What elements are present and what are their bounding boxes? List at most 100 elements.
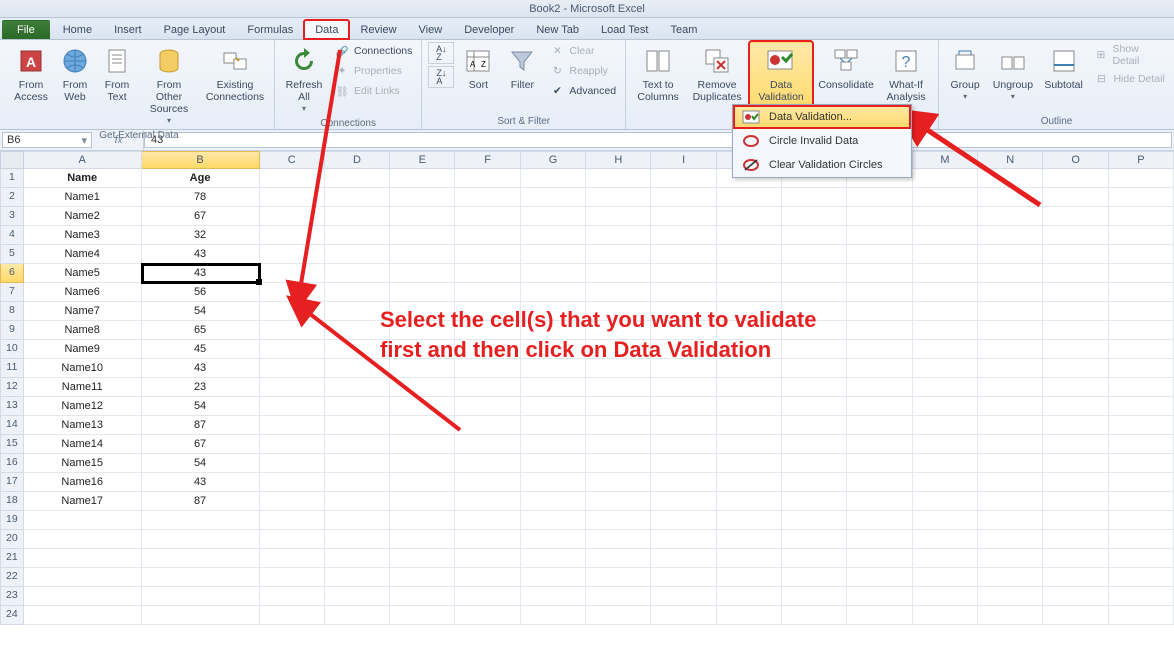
cell[interactable] [455,549,520,568]
cell[interactable] [717,568,782,587]
cell[interactable] [390,302,455,321]
cell[interactable] [390,397,455,416]
cell[interactable] [651,435,716,454]
cell[interactable] [782,549,847,568]
cell[interactable] [455,340,520,359]
cell[interactable] [142,587,260,606]
cell[interactable] [325,549,390,568]
cell[interactable] [455,169,520,188]
cell[interactable] [1043,264,1108,283]
cell[interactable] [390,264,455,283]
cell[interactable] [586,283,651,302]
cell[interactable] [782,245,847,264]
cell[interactable] [651,169,716,188]
menu-circle-invalid[interactable]: Circle Invalid Data [733,129,911,153]
cell[interactable] [142,606,260,625]
row-header[interactable]: 9 [0,321,24,340]
cell[interactable] [1109,492,1174,511]
cell[interactable] [1109,435,1174,454]
cell[interactable]: Name5 [24,264,142,283]
cell[interactable] [847,492,912,511]
cell[interactable] [1043,226,1108,245]
cell[interactable] [521,435,586,454]
cell[interactable] [390,340,455,359]
cell[interactable] [455,530,520,549]
cell[interactable] [390,587,455,606]
row-header[interactable]: 17 [0,473,24,492]
row-header[interactable]: 15 [0,435,24,454]
cell[interactable] [521,454,586,473]
row-header[interactable]: 20 [0,530,24,549]
cell[interactable] [913,207,978,226]
cell[interactable] [1109,454,1174,473]
row-header[interactable]: 21 [0,549,24,568]
cell[interactable] [1043,321,1108,340]
properties-button[interactable]: ✦Properties [331,62,415,80]
tab-view[interactable]: View [408,20,454,39]
cell[interactable] [978,302,1043,321]
cell[interactable] [978,511,1043,530]
cell[interactable] [521,283,586,302]
cell[interactable] [390,188,455,207]
cell[interactable] [847,283,912,302]
cell[interactable] [978,530,1043,549]
cell[interactable] [325,606,390,625]
cell[interactable] [651,245,716,264]
cell[interactable] [24,606,142,625]
cell[interactable]: Name6 [24,283,142,302]
cell[interactable] [455,587,520,606]
cell[interactable] [586,321,651,340]
cell[interactable] [782,340,847,359]
row-header[interactable]: 8 [0,302,24,321]
cell[interactable]: Name10 [24,359,142,378]
cell[interactable] [913,169,978,188]
cell[interactable] [847,454,912,473]
row-header[interactable]: 1 [0,169,24,188]
cell[interactable] [586,188,651,207]
cell[interactable]: 43 [142,359,260,378]
cell[interactable] [1109,207,1174,226]
cell[interactable] [325,397,390,416]
tab-loadtest[interactable]: Load Test [590,20,660,39]
cell[interactable]: 32 [142,226,260,245]
cell[interactable] [260,416,325,435]
cell[interactable] [782,530,847,549]
cell[interactable] [978,207,1043,226]
cell[interactable] [717,511,782,530]
menu-clear-circles[interactable]: Clear Validation Circles [733,153,911,177]
cell[interactable] [978,340,1043,359]
cell[interactable] [978,321,1043,340]
tab-pagelayout[interactable]: Page Layout [153,20,237,39]
menu-data-validation[interactable]: Data Validation... [733,105,911,129]
cell[interactable] [325,359,390,378]
cell[interactable] [586,378,651,397]
cell[interactable]: 23 [142,378,260,397]
cell[interactable] [455,454,520,473]
tab-newtab[interactable]: New Tab [525,20,590,39]
cell[interactable] [1109,169,1174,188]
cell[interactable] [1043,568,1108,587]
cell[interactable] [455,188,520,207]
cell[interactable]: 56 [142,283,260,302]
cell[interactable] [260,226,325,245]
cell[interactable] [260,397,325,416]
cell[interactable] [913,321,978,340]
cell[interactable] [260,378,325,397]
cell[interactable] [913,340,978,359]
tab-home[interactable]: Home [52,20,103,39]
cell[interactable] [325,245,390,264]
cell[interactable] [1043,435,1108,454]
cell[interactable]: 43 [142,264,260,283]
cell[interactable] [325,188,390,207]
cell[interactable] [717,226,782,245]
cell[interactable] [260,188,325,207]
cell[interactable] [1043,473,1108,492]
tab-file[interactable]: File [2,20,50,39]
cell[interactable] [651,568,716,587]
cell[interactable]: Name8 [24,321,142,340]
cell[interactable] [913,606,978,625]
row-header[interactable]: 18 [0,492,24,511]
cell[interactable] [260,454,325,473]
cell[interactable] [913,188,978,207]
cell[interactable] [847,188,912,207]
